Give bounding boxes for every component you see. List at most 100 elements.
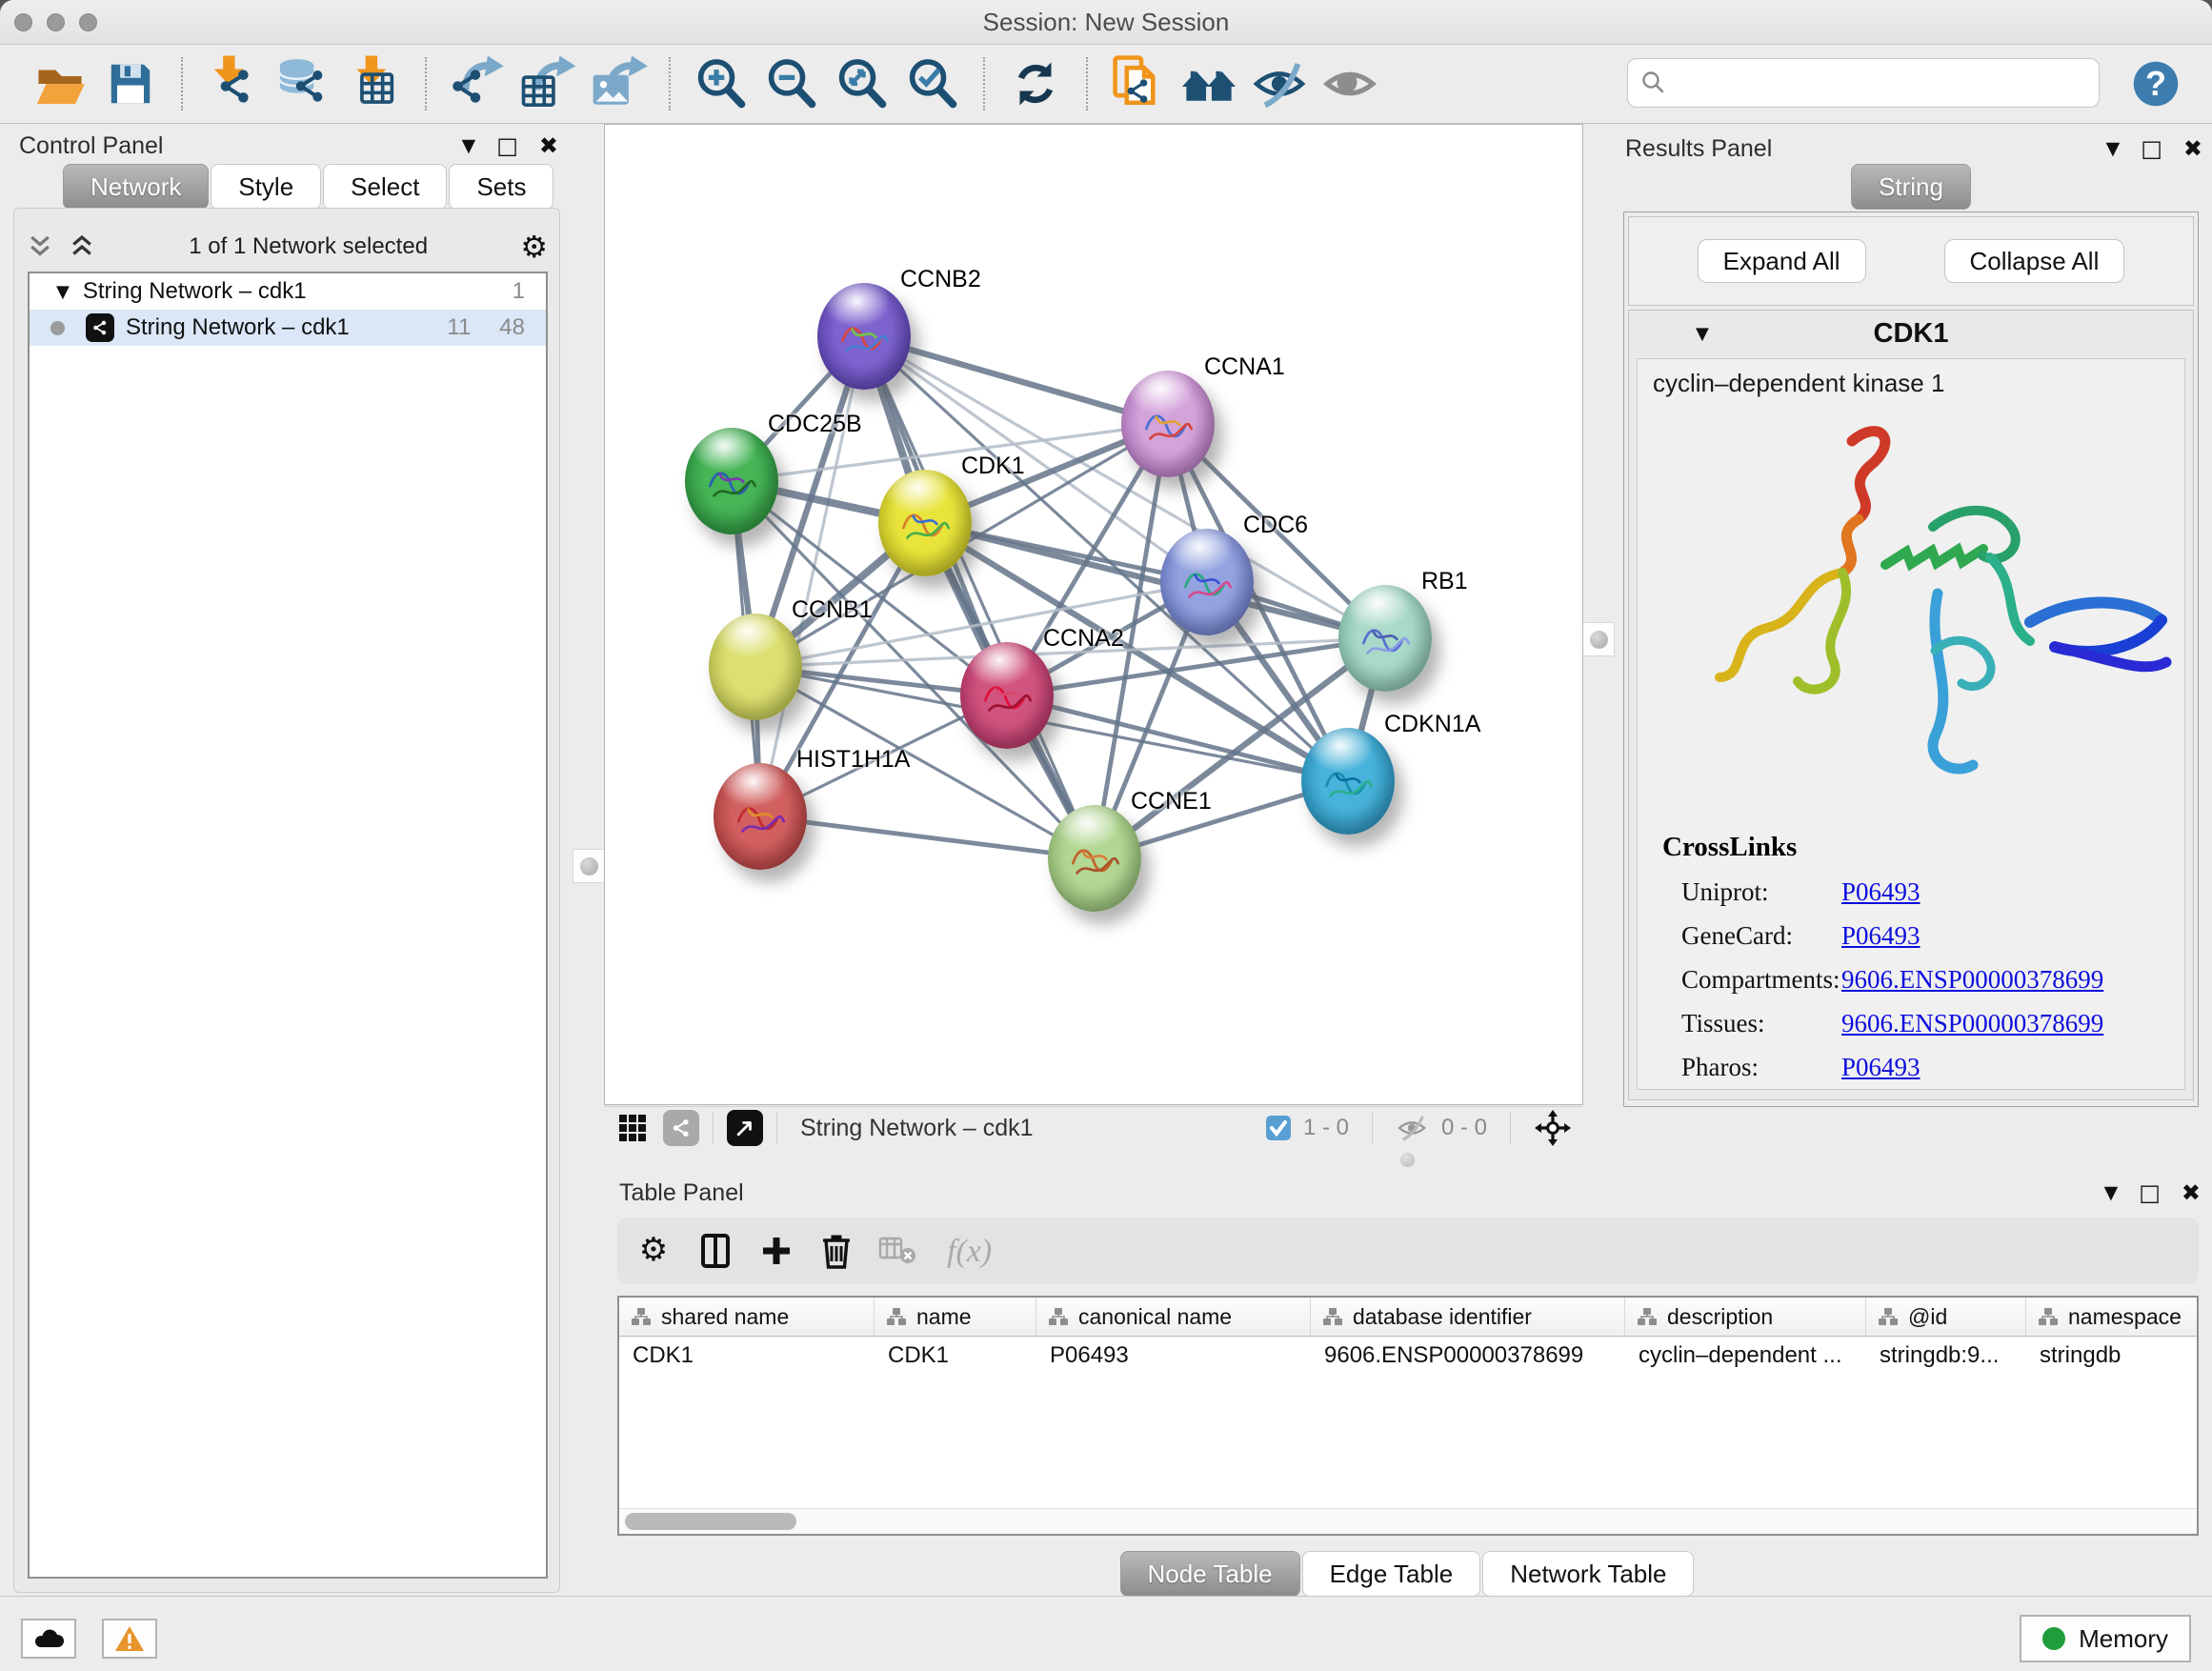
- crosslink-link[interactable]: P06493: [1841, 921, 1920, 965]
- column-header-namespace[interactable]: namespace: [2026, 1298, 2199, 1336]
- network-row[interactable]: String Network – cdk1 11 48: [30, 310, 546, 346]
- gene-expander-icon[interactable]: ▼: [1696, 324, 1709, 344]
- export-table-button[interactable]: [518, 52, 577, 115]
- tab-select[interactable]: Select: [323, 164, 447, 210]
- fit-crosshair-icon[interactable]: [1534, 1109, 1572, 1147]
- table-row[interactable]: CDK1CDK1P064939606.ENSP00000378699cyclin…: [619, 1337, 2197, 1375]
- delete-column-button[interactable]: [819, 1231, 854, 1271]
- edge-CCNB2-CCNE1[interactable]: [864, 336, 1095, 858]
- scrollbar-thumb[interactable]: [625, 1513, 796, 1530]
- node-CDC25B[interactable]: [685, 428, 778, 534]
- column-header-database-identifier[interactable]: database identifier: [1311, 1298, 1625, 1336]
- collapse-all-button[interactable]: Collapse All: [1944, 239, 2125, 283]
- zoom-selected-button[interactable]: [903, 52, 962, 115]
- zoom-out-button[interactable]: [762, 52, 821, 115]
- node-CCNE1[interactable]: [1048, 805, 1141, 912]
- table-cell[interactable]: 9606.ENSP00000378699: [1311, 1337, 1625, 1375]
- import-network-button[interactable]: [204, 52, 263, 115]
- edge-CCNE1-HIST1H1A[interactable]: [760, 816, 1095, 858]
- collapse-all-icon[interactable]: [26, 232, 54, 261]
- table-settings-button[interactable]: ⚙: [634, 1232, 673, 1270]
- table-horizontal-scrollbar[interactable]: [619, 1508, 2197, 1534]
- search-box: [1627, 58, 2100, 108]
- show-columns-button[interactable]: [697, 1232, 734, 1270]
- left-splitter-handle[interactable]: [573, 849, 605, 883]
- node-CCNB2[interactable]: [817, 283, 911, 390]
- node-CDC6[interactable]: [1160, 529, 1254, 635]
- column-header-canonical-name[interactable]: canonical name: [1036, 1298, 1311, 1336]
- node-CDKN1A[interactable]: [1301, 728, 1395, 835]
- table-panel-maximize-icon[interactable]: □: [2139, 1179, 2161, 1206]
- export-image-button[interactable]: [589, 52, 648, 115]
- import-database-button[interactable]: [274, 52, 333, 115]
- tab-string[interactable]: String: [1851, 164, 1971, 210]
- expand-all-button[interactable]: Expand All: [1698, 239, 1866, 283]
- network-canvas[interactable]: CCNB2CCNA1CDC25BCDK1CDC6RB1CCNB1CCNA2CDK…: [604, 124, 1583, 1105]
- table-cell[interactable]: P06493: [1036, 1337, 1311, 1375]
- collection-expander-icon[interactable]: ▼: [56, 282, 70, 302]
- column-header-label: canonical name: [1078, 1304, 1232, 1330]
- open-session-button[interactable]: [30, 52, 90, 115]
- gene-panel-header[interactable]: ▼ CDK1: [1629, 311, 2193, 356]
- expand-all-icon[interactable]: [68, 232, 96, 261]
- tab-sets[interactable]: Sets: [449, 164, 553, 210]
- table-cell[interactable]: CDK1: [875, 1337, 1036, 1375]
- hide-selected-button[interactable]: [1250, 52, 1309, 115]
- add-column-button[interactable]: [758, 1232, 794, 1270]
- results-panel-maximize-icon[interactable]: □: [2141, 135, 2162, 162]
- zoom-in-button[interactable]: [692, 52, 751, 115]
- network-collection-row[interactable]: ▼ String Network – cdk1 1: [30, 273, 546, 310]
- results-panel-close-icon[interactable]: ✖: [2183, 135, 2202, 162]
- tab-style[interactable]: Style: [211, 164, 321, 210]
- network-options-gear-icon[interactable]: ⚙: [520, 229, 548, 265]
- selected-checkbox-icon[interactable]: [1263, 1113, 1294, 1143]
- control-panel-close-icon[interactable]: ✖: [539, 132, 558, 159]
- tab-edge-table[interactable]: Edge Table: [1302, 1551, 1481, 1597]
- zoom-fit-button[interactable]: [833, 52, 892, 115]
- home-button[interactable]: [1179, 52, 1238, 115]
- memory-button[interactable]: Memory: [2020, 1615, 2191, 1662]
- crosslink-link[interactable]: P06493: [1841, 1053, 1920, 1097]
- column-header-shared-name[interactable]: shared name: [619, 1298, 875, 1336]
- table-panel-close-icon[interactable]: ✖: [2182, 1179, 2201, 1206]
- save-session-button[interactable]: [101, 52, 160, 115]
- tab-node-table[interactable]: Node Table: [1120, 1551, 1300, 1597]
- node-HIST1H1A[interactable]: [714, 763, 807, 870]
- table-panel-float-icon[interactable]: ▼: [2104, 1182, 2119, 1203]
- node-CDK1[interactable]: [878, 470, 972, 576]
- warning-status-button[interactable]: [102, 1619, 157, 1659]
- tab-network-table[interactable]: Network Table: [1482, 1551, 1694, 1597]
- node-CCNA2[interactable]: [960, 642, 1054, 749]
- column-header-name[interactable]: name: [875, 1298, 1036, 1336]
- cloud-status-button[interactable]: [21, 1619, 76, 1659]
- control-panel-maximize-icon[interactable]: □: [496, 132, 518, 159]
- results-panel-float-icon[interactable]: ▼: [2106, 138, 2121, 159]
- export-network-button[interactable]: [448, 52, 507, 115]
- horizontal-splitter-handle[interactable]: [1400, 1153, 1415, 1167]
- help-button[interactable]: ?: [2130, 58, 2182, 110]
- crosslink-link[interactable]: P06493: [1841, 877, 1920, 921]
- tab-network[interactable]: Network: [63, 164, 209, 210]
- node-CCNA1[interactable]: [1121, 371, 1215, 477]
- node-CCNB1[interactable]: [709, 614, 802, 720]
- column-header--id[interactable]: @id: [1866, 1298, 2026, 1336]
- network-view-button[interactable]: [663, 1110, 699, 1146]
- table-cell[interactable]: stringdb: [2026, 1337, 2199, 1375]
- import-table-button[interactable]: [345, 52, 404, 115]
- table-cell[interactable]: stringdb:9...: [1866, 1337, 2026, 1375]
- network-edge-count: 48: [499, 314, 525, 341]
- node-RB1[interactable]: [1338, 585, 1432, 692]
- refresh-button[interactable]: [1006, 52, 1065, 115]
- table-cell[interactable]: cyclin–dependent ...: [1625, 1337, 1866, 1375]
- grid-view-button[interactable]: [615, 1111, 650, 1145]
- table-cell[interactable]: CDK1: [619, 1337, 875, 1375]
- search-input[interactable]: [1676, 63, 2099, 103]
- edge-CCNB2-HIST1H1A[interactable]: [760, 336, 864, 816]
- crosslink-link[interactable]: 9606.ENSP00000378699: [1841, 965, 2103, 1009]
- control-panel-float-icon[interactable]: ▼: [462, 135, 476, 156]
- crosslink-link[interactable]: 9606.ENSP00000378699: [1841, 1009, 2103, 1053]
- birdseye-button[interactable]: [727, 1110, 763, 1146]
- column-header-description[interactable]: description: [1625, 1298, 1866, 1336]
- show-all-button[interactable]: [1320, 52, 1379, 115]
- copy-style-button[interactable]: [1109, 52, 1168, 115]
